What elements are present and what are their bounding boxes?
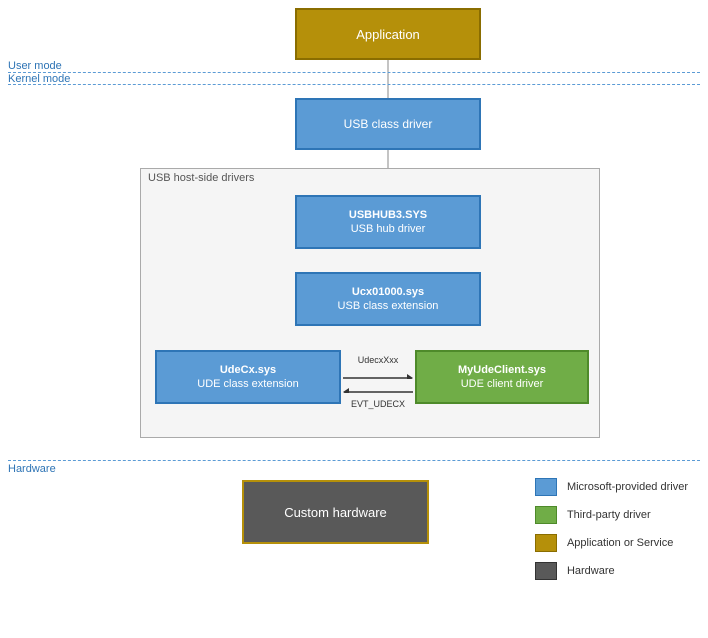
usb-host-label: USB host-side drivers	[148, 172, 254, 184]
hardware-label: Hardware	[8, 463, 56, 475]
myude-line2: UDE client driver	[461, 378, 544, 390]
legend-label-thirdparty: Third-party driver	[567, 509, 651, 521]
legend-label-microsoft: Microsoft-provided driver	[567, 481, 688, 493]
application-box: Application	[295, 8, 481, 60]
user-mode-line	[8, 72, 700, 73]
ucx-line2: USB class extension	[338, 300, 439, 312]
myude-box: MyUdeClient.sys UDE client driver	[415, 350, 589, 404]
legend-item-microsoft: Microsoft-provided driver	[535, 478, 688, 496]
arrow-right-svg	[343, 371, 413, 379]
myude-line1: MyUdeClient.sys	[458, 364, 546, 376]
application-label: Application	[356, 27, 420, 42]
arrow-left-svg	[343, 385, 413, 393]
ucx-box: Ucx01000.sys USB class extension	[295, 272, 481, 326]
custom-hardware-box: Custom hardware	[242, 480, 429, 544]
ucx-line1: Ucx01000.sys	[352, 286, 424, 298]
udecx-line1: UdeCx.sys	[220, 364, 276, 376]
legend-item-appservice: Application or Service	[535, 534, 688, 552]
legend-color-microsoft	[535, 478, 557, 496]
usbhub-box: USBHUB3.SYS USB hub driver	[295, 195, 481, 249]
user-mode-label: User mode	[8, 60, 62, 72]
arrow-bottom-label: EVT_UDECX	[351, 399, 405, 409]
legend-color-appservice	[535, 534, 557, 552]
legend-item-thirdparty: Third-party driver	[535, 506, 688, 524]
legend: Microsoft-provided driver Third-party dr…	[535, 478, 688, 580]
custom-hardware-label: Custom hardware	[284, 505, 387, 520]
usbhub-line1: USBHUB3.SYS	[349, 209, 427, 221]
usb-class-driver-label: USB class driver	[344, 117, 433, 131]
udecx-line2: UDE class extension	[197, 378, 299, 390]
udecx-box: UdeCx.sys UDE class extension	[155, 350, 341, 404]
diagram-container: Application User mode Kernel mode USB cl…	[0, 0, 708, 638]
usbhub-line2: USB hub driver	[351, 223, 426, 235]
arrows-area: UdecxXxx EVT_UDECX	[341, 355, 415, 409]
legend-color-thirdparty	[535, 506, 557, 524]
legend-label-hardware: Hardware	[567, 565, 615, 577]
kernel-mode-line	[8, 84, 700, 85]
usb-class-driver-box: USB class driver	[295, 98, 481, 150]
legend-color-hardware	[535, 562, 557, 580]
legend-label-appservice: Application or Service	[567, 537, 673, 549]
legend-item-hardware: Hardware	[535, 562, 688, 580]
hardware-dashed-line	[8, 460, 700, 461]
arrow-top-label: UdecxXxx	[358, 355, 399, 365]
